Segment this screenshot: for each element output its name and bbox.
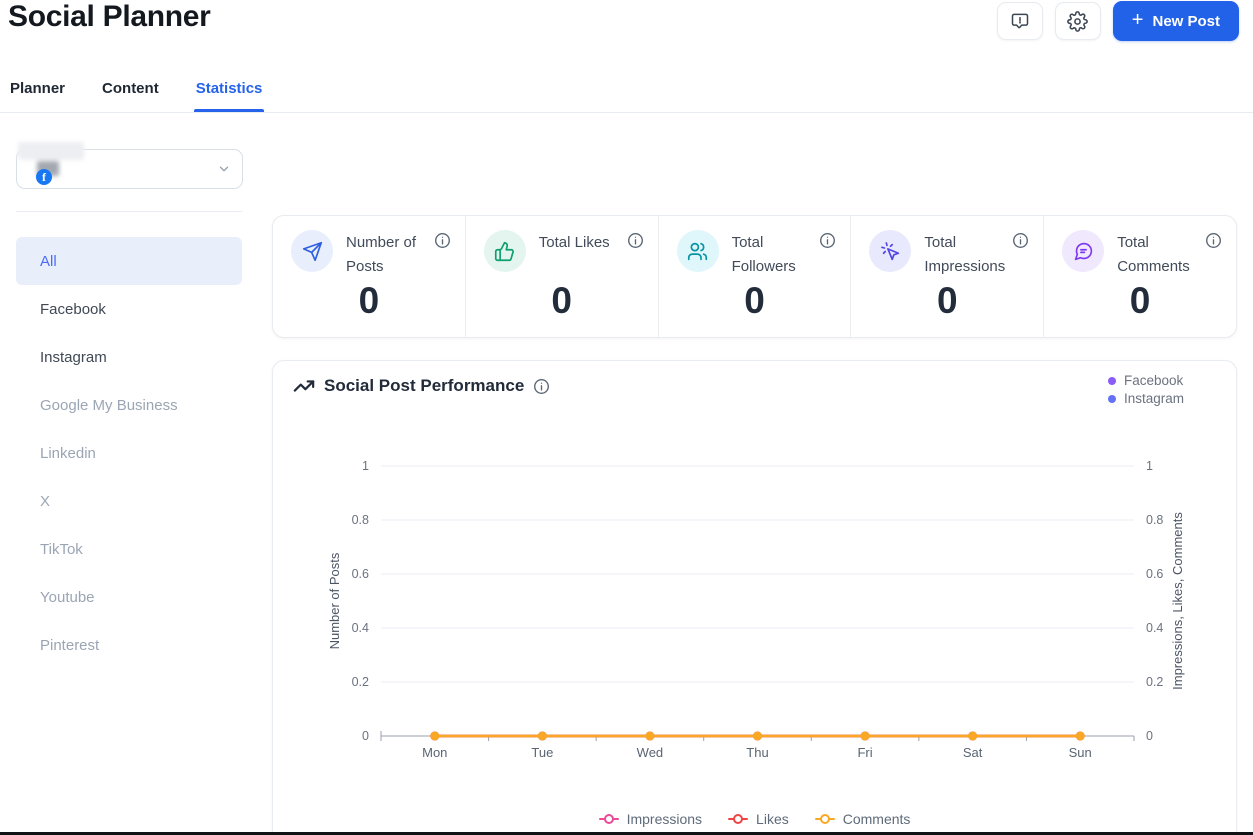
legend-item-facebook[interactable]: Facebook [1107,373,1184,388]
comment-icon [1062,230,1105,272]
followers-icon [676,230,719,272]
new-post-button[interactable]: + New Post [1112,1,1239,41]
stat-label: Total Impressions [924,234,1006,275]
channel-item-all[interactable]: All [16,237,242,285]
stat-value: 0 [1129,280,1151,321]
svg-text:0.8: 0.8 [1146,513,1163,527]
info-icon[interactable] [533,378,550,395]
svg-text:Fri: Fri [857,745,872,760]
stat-value: 0 [744,280,765,321]
trending-up-icon [293,375,315,397]
legend-dot [1107,376,1116,385]
svg-text:0: 0 [362,729,369,743]
info-icon[interactable] [819,232,836,249]
legend-item-comments[interactable]: Comments [814,811,911,827]
legend-label: Impressions [626,811,703,827]
svg-text:0.4: 0.4 [1146,621,1163,635]
tab-content[interactable]: Content [100,74,161,112]
stat-label: Number of Posts [346,234,417,275]
series-marker-icon [814,814,835,824]
sidebar-divider [16,211,242,212]
svg-text:0.2: 0.2 [1146,675,1163,689]
main-content: Number of Posts 0 Total Likes 0 Total Fo… [259,113,1253,835]
svg-text:Sat: Sat [963,745,983,760]
legend-dot [1107,394,1116,403]
series-marker-icon [598,814,619,824]
facebook-badge-icon: f [36,169,52,185]
info-icon[interactable] [434,232,451,249]
plus-icon: + [1131,9,1144,31]
settings-button[interactable] [1054,2,1101,40]
svg-text:Mon: Mon [422,745,447,760]
stat-total-comments: Total Comments 0 [1044,216,1236,337]
tab-planner[interactable]: Planner [8,74,67,112]
legend-label: Comments [842,811,911,827]
series-marker-icon [728,814,749,824]
legend-label: Likes [756,811,789,827]
channel-item-linkedin[interactable]: Linkedin [16,429,242,477]
stat-value: 0 [551,280,572,321]
new-post-label: New Post [1152,12,1220,30]
stat-label: Total Likes [538,234,610,251]
channel-item-instagram[interactable]: Instagram [16,333,242,381]
feedback-button[interactable] [996,2,1043,40]
chart-title: Social Post Performance [324,376,525,395]
stat-total-impressions: Total Impressions 0 [851,216,1045,337]
channel-item-x[interactable]: X [16,477,242,525]
channel-filter-list: All Facebook Instagram Google My Busines… [16,237,242,669]
svg-text:0.2: 0.2 [352,675,369,689]
send-icon [291,230,333,272]
svg-text:1: 1 [362,459,369,473]
svg-text:0.6: 0.6 [352,567,369,581]
info-icon[interactable] [1012,232,1029,249]
stat-total-likes: Total Likes 0 [466,216,659,337]
stats-summary-card: Number of Posts 0 Total Likes 0 Total Fo… [272,215,1237,338]
stat-number-of-posts: Number of Posts 0 [273,216,466,337]
legend-label: Facebook [1123,373,1184,388]
svg-text:0.6: 0.6 [1146,567,1163,581]
redacted-account-label [18,142,84,160]
svg-text:0: 0 [1146,729,1153,743]
svg-text:Thu: Thu [746,745,768,760]
stat-total-followers: Total Followers 0 [659,216,852,337]
info-icon[interactable] [627,232,644,249]
svg-text:0.4: 0.4 [352,621,369,635]
performance-chart-svg: 0 0 0.2 0.2 0.4 0.4 0.6 0.6 0.8 0.8 1 1 Mon Tue Wed Thu… [327,459,1185,760]
legend-label: Instagram [1123,391,1184,406]
svg-text:Tue: Tue [531,745,553,760]
channel-item-youtube[interactable]: Youtube [16,573,242,621]
chart-legend-series: Impressions Likes Comments [273,811,1236,827]
svg-text:Number of Posts: Number of Posts [327,552,342,649]
social-planner-screen: Social Planner + New Post Planner Conten… [0,0,1253,835]
cursor-click-icon [869,230,912,272]
legend-item-impressions[interactable]: Impressions [598,811,703,827]
stat-label: Total Followers [731,234,796,275]
chevron-down-icon [217,162,231,181]
svg-text:Wed: Wed [637,745,664,760]
feedback-bubble-icon [1010,11,1030,31]
legend-item-instagram[interactable]: Instagram [1107,391,1184,406]
header-actions: + New Post [996,1,1239,41]
tab-bar: Planner Content Statistics [0,74,1253,113]
legend-item-likes[interactable]: Likes [728,811,789,827]
thumbs-up-icon [483,230,526,272]
gear-icon [1067,10,1089,32]
sidebar: f All Facebook Instagram Google My Busin… [0,113,259,832]
channel-item-tiktok[interactable]: TikTok [16,525,242,573]
svg-text:Impressions, Likes, Comments: Impressions, Likes, Comments [1170,512,1185,690]
chart-legend-networks: Facebook Instagram [1107,373,1184,406]
page-title: Social Planner [8,0,211,33]
stat-value: 0 [937,280,958,321]
svg-text:0.8: 0.8 [352,513,369,527]
info-icon[interactable] [1205,232,1222,249]
channel-item-facebook[interactable]: Facebook [16,285,242,333]
channel-item-pinterest[interactable]: Pinterest [16,621,242,669]
channel-item-google-my-business[interactable]: Google My Business [16,381,242,429]
svg-text:Sun: Sun [1069,745,1092,760]
stat-value: 0 [358,280,380,321]
tab-statistics[interactable]: Statistics [193,74,265,112]
svg-text:1: 1 [1146,459,1153,473]
stat-label: Total Comments [1117,234,1190,275]
social-post-performance-card: Social Post Performance Facebook Instagra… [272,360,1237,835]
